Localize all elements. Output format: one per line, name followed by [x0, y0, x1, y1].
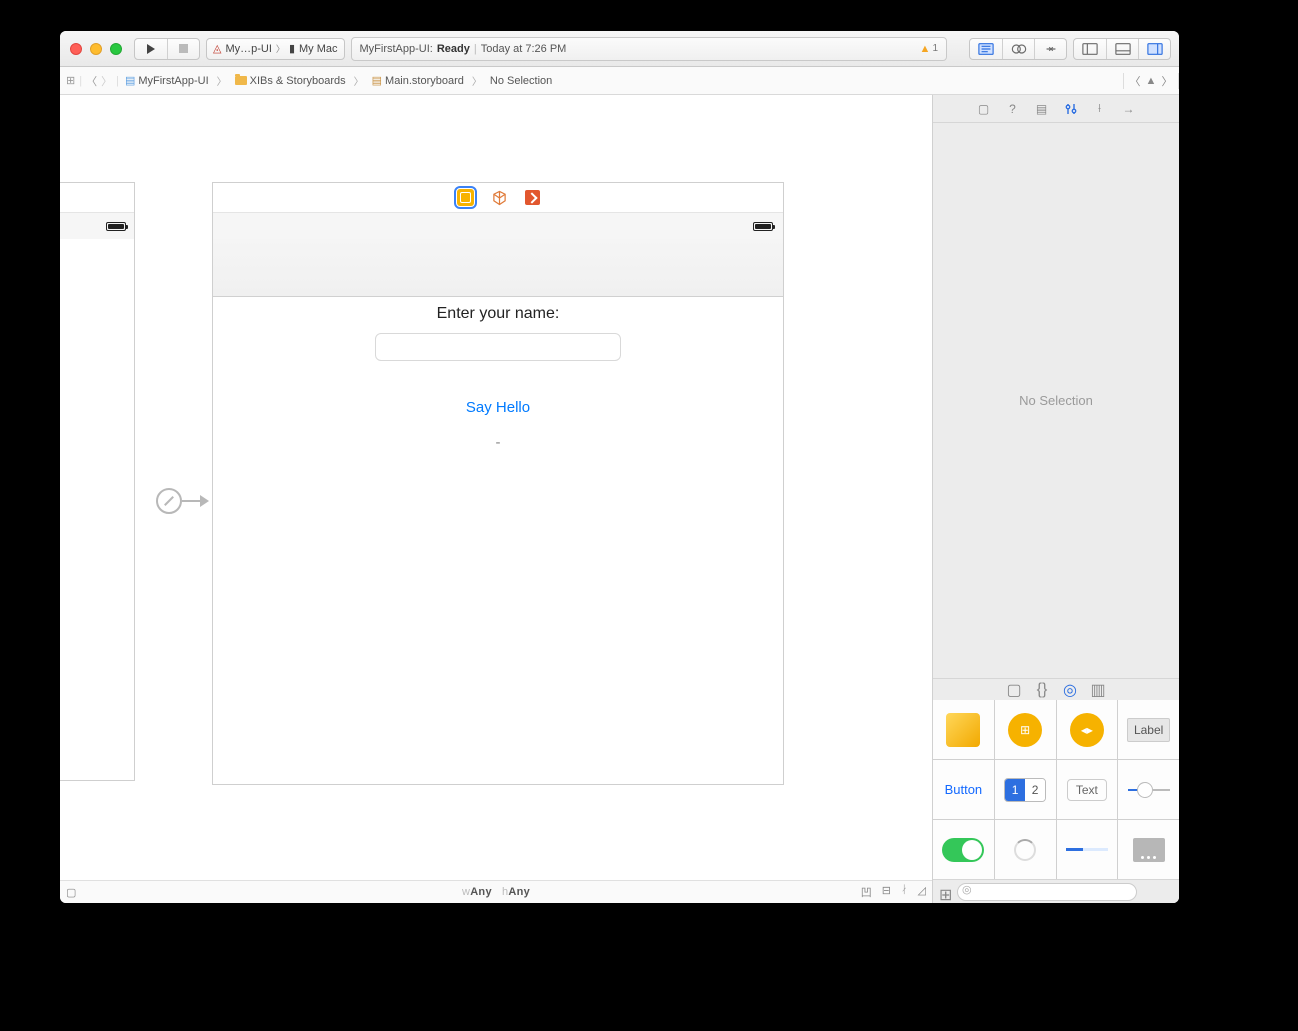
toggle-utilities-button[interactable]	[1138, 39, 1170, 59]
run-stop-segment	[134, 38, 200, 60]
stack-tool-icon[interactable]: 凹	[861, 884, 872, 900]
toolbar: ◬ My…p-UI 〉 ▮ My Mac MyFirstApp-UI: Read…	[60, 31, 1179, 67]
file-template-lib-tab-icon[interactable]: ▢	[1007, 683, 1021, 697]
object-lib-tab-icon[interactable]: ◎	[1063, 683, 1077, 697]
battery-icon	[753, 222, 773, 231]
breadcrumb-selection[interactable]: No Selection	[488, 75, 554, 87]
breadcrumb-project[interactable]: ▤ MyFirstApp-UI	[123, 74, 211, 87]
battery-icon	[106, 222, 126, 231]
window-controls	[70, 43, 122, 55]
quick-help-tab-icon[interactable]: ?	[1005, 101, 1020, 116]
warning-icon: ▲	[920, 43, 931, 55]
size-inspector-tab-icon[interactable]: ⟊	[1092, 101, 1107, 116]
align-tool-icon[interactable]: ⊟	[882, 884, 891, 900]
lib-button[interactable]: Button	[933, 760, 994, 819]
library-filter-bar: ⊞	[933, 879, 1179, 903]
first-responder-icon[interactable]	[492, 190, 507, 205]
size-class-control[interactable]: wAny hAny	[462, 886, 530, 898]
project-icon: ▤	[125, 74, 135, 87]
activity-project: MyFirstApp-UI:	[360, 43, 433, 55]
lib-page-control[interactable]	[1118, 820, 1179, 879]
say-hello-button[interactable]: Say Hello	[213, 399, 783, 416]
media-lib-tab-icon[interactable]: ▥	[1091, 683, 1105, 697]
lib-label[interactable]: Label	[1118, 700, 1179, 759]
status-bar	[213, 213, 783, 239]
scheme-selector[interactable]: ◬ My…p-UI 〉 ▮ My Mac	[206, 38, 345, 60]
name-text-field[interactable]	[375, 333, 621, 361]
ib-canvas[interactable]: Enter your name: Say Hello -	[60, 95, 932, 880]
minimize-window-button[interactable]	[90, 43, 102, 55]
scheme-device-label: My Mac	[299, 43, 338, 55]
lib-segmented[interactable]: 12	[995, 760, 1056, 819]
result-label[interactable]: -	[213, 434, 783, 451]
attributes-inspector-tab-icon[interactable]	[1063, 101, 1078, 116]
related-items-icon[interactable]: ⊞	[66, 74, 75, 87]
issue-nav: 〈 ▲ 〉	[1123, 73, 1179, 89]
inspector-empty-label: No Selection	[933, 123, 1179, 678]
storyboard-icon: ▤	[372, 74, 382, 87]
code-snippet-lib-tab-icon[interactable]: {}	[1035, 683, 1049, 697]
standard-editor-button[interactable]	[970, 39, 1002, 59]
library-filter-input[interactable]	[957, 883, 1137, 901]
stop-button[interactable]	[167, 39, 199, 59]
folder-icon	[235, 76, 247, 85]
object-library-grid: ⊞ ◂▸ Label Button 12 Text	[933, 700, 1179, 879]
zoom-window-button[interactable]	[110, 43, 122, 55]
xcode-window: ◬ My…p-UI 〉 ▮ My Mac MyFirstApp-UI: Read…	[60, 31, 1179, 903]
jump-bar: ⊞ | 〈 〉 | ▤ MyFirstApp-UI 〉 XIBs & Story…	[60, 67, 1179, 95]
lib-progress[interactable]	[1057, 820, 1118, 879]
prev-issue-icon[interactable]: 〈	[1127, 73, 1143, 89]
toggle-navigator-button[interactable]	[1074, 39, 1106, 59]
prompt-label[interactable]: Enter your name:	[213, 305, 783, 323]
activity-view: MyFirstApp-UI: Ready | Today at 7:26 PM …	[351, 37, 948, 61]
lib-textfield[interactable]: Text	[1057, 760, 1118, 819]
scheme-app-label: My…p-UI	[225, 43, 271, 55]
panel-visibility-segment	[1073, 38, 1171, 60]
warnings-indicator[interactable]: ▲ 1	[920, 43, 938, 55]
issue-warning-icon: ▲	[1143, 75, 1159, 87]
initial-vc-arrow[interactable]	[156, 488, 209, 514]
lib-slider[interactable]	[1118, 760, 1179, 819]
lib-split-vc[interactable]: ◂▸	[1057, 700, 1118, 759]
pin-tool-icon[interactable]: ᛅ	[901, 884, 908, 900]
run-button[interactable]	[135, 39, 167, 59]
navigation-bar[interactable]	[213, 239, 783, 297]
status-bar	[60, 213, 134, 239]
utilities-sidebar: ▢ ? ▤ ⟊ → No Selection ▢ {} ◎ ▥ ⊞ ◂▸ L	[932, 95, 1179, 903]
lib-view-controller[interactable]	[933, 700, 994, 759]
inspector-tabs: ▢ ? ▤ ⟊ →	[933, 95, 1179, 123]
document-outline-toggle-icon[interactable]: ▢	[66, 886, 76, 899]
lib-switch[interactable]	[933, 820, 994, 879]
scene-dock	[213, 183, 783, 213]
lib-collection-vc[interactable]: ⊞	[995, 700, 1056, 759]
file-inspector-tab-icon[interactable]: ▢	[976, 101, 991, 116]
nav-forward-icon[interactable]: 〉	[101, 73, 112, 89]
connections-inspector-tab-icon[interactable]: →	[1121, 101, 1136, 116]
lib-activity-indicator[interactable]	[995, 820, 1056, 879]
exit-icon[interactable]	[525, 190, 540, 205]
nav-back-icon[interactable]: 〈	[86, 73, 97, 89]
previous-scene[interactable]	[60, 182, 135, 781]
editor-mode-segment	[969, 38, 1067, 60]
library-tabs: ▢ {} ◎ ▥	[933, 678, 1179, 700]
toggle-debug-button[interactable]	[1106, 39, 1138, 59]
resolve-tool-icon[interactable]: ◿	[918, 884, 926, 900]
view-controller-icon[interactable]	[457, 189, 474, 206]
grid-list-toggle-icon[interactable]: ⊞	[939, 885, 953, 899]
view-controller-scene[interactable]: Enter your name: Say Hello -	[212, 182, 784, 785]
activity-status: Ready	[437, 43, 470, 55]
version-editor-button[interactable]	[1034, 39, 1066, 59]
next-issue-icon[interactable]: 〉	[1159, 73, 1175, 89]
identity-inspector-tab-icon[interactable]: ▤	[1034, 101, 1049, 116]
close-window-button[interactable]	[70, 43, 82, 55]
breadcrumb-group[interactable]: XIBs & Storyboards	[233, 75, 348, 87]
breadcrumb-file[interactable]: ▤ Main.storyboard	[370, 74, 466, 87]
size-class-bar: ▢ wAny hAny 凹 ⊟ ᛅ ◿	[60, 880, 932, 903]
assistant-editor-button[interactable]	[1002, 39, 1034, 59]
warning-count: 1	[932, 43, 938, 54]
activity-time: Today at 7:26 PM	[481, 43, 567, 55]
